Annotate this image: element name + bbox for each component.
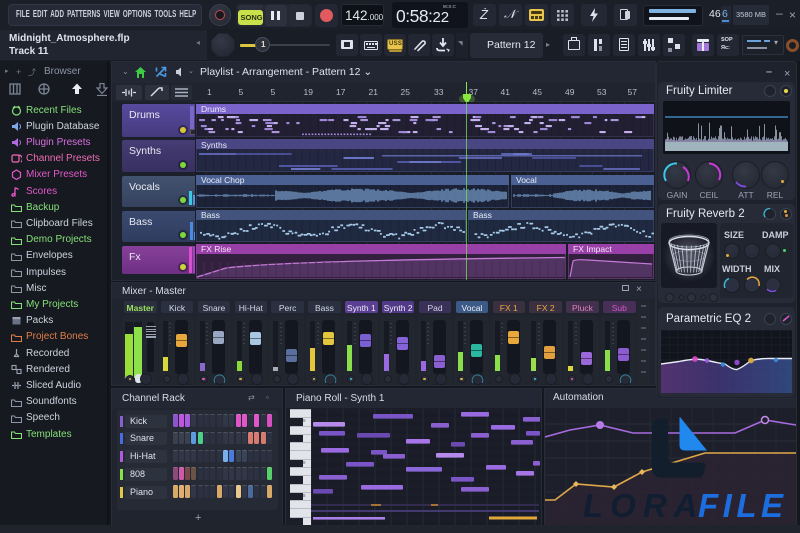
- svg-text:LORA: LORA: [583, 487, 705, 524]
- svg-text:FILE: FILE: [698, 487, 788, 524]
